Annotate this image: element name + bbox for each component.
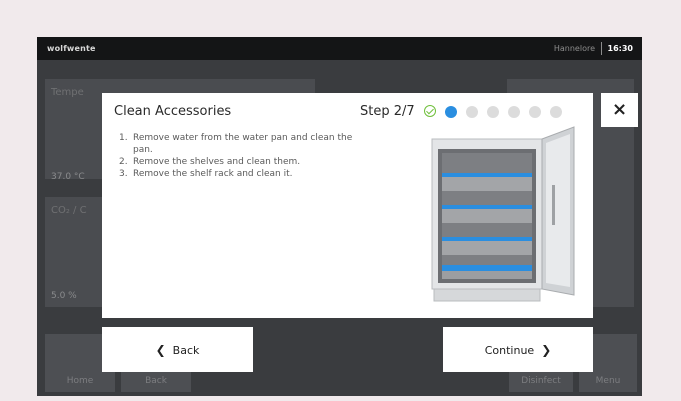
incubator-illustration	[431, 126, 575, 302]
close-icon: ×	[611, 99, 628, 120]
instruction-number: 3.	[119, 169, 128, 179]
bg-co2-value: 5.0 %	[51, 291, 77, 301]
step-dot	[508, 106, 520, 118]
instruction-item: 2. Remove the shelves and clean them.	[119, 156, 369, 168]
step-dot	[550, 106, 562, 118]
brand-logo: wolfwente	[47, 44, 96, 53]
continue-button-label: Continue	[484, 344, 535, 357]
close-button[interactable]: ×	[601, 93, 638, 127]
chevron-right-icon: ❯	[541, 343, 552, 357]
instruction-item: 3. Remove the shelf rack and clean it.	[119, 168, 369, 180]
step-dot	[466, 106, 478, 118]
bg-temperature-label: Tempe	[51, 87, 84, 98]
check-circle-icon	[424, 105, 436, 117]
back-button-label: Back	[172, 344, 200, 357]
user-name[interactable]: Hannelore	[554, 44, 595, 53]
top-status-bar: wolfwente Hannelore 16:30	[37, 37, 642, 60]
instruction-text: Remove the shelf rack and clean it.	[133, 169, 293, 179]
continue-button[interactable]: Continue ❯	[443, 327, 593, 372]
bg-co2-label: CO₂ / C	[51, 205, 87, 216]
chevron-left-icon: ❮	[155, 343, 166, 357]
clock: 16:30	[607, 44, 633, 53]
instruction-item: 1. Remove water from the water pan and cl…	[119, 132, 369, 156]
instruction-number: 1.	[119, 133, 128, 143]
instruction-text: Remove water from the water pan and clea…	[133, 133, 353, 155]
instruction-list: 1. Remove water from the water pan and cl…	[119, 132, 369, 180]
topbar-divider	[601, 42, 602, 55]
bg-temperature-value: 37.0 °C	[51, 172, 85, 182]
clean-accessories-dialog: Clean Accessories Step 2/7 1. Remove wate…	[102, 93, 593, 318]
step-dot-active	[445, 106, 457, 118]
back-button[interactable]: ❮ Back	[102, 327, 253, 372]
dialog-title: Clean Accessories	[114, 104, 232, 119]
step-dot	[487, 106, 499, 118]
instruction-text: Remove the shelves and clean them.	[133, 157, 301, 167]
step-dot	[529, 106, 541, 118]
step-indicator-label: Step 2/7	[360, 104, 415, 119]
instruction-number: 2.	[119, 157, 128, 167]
